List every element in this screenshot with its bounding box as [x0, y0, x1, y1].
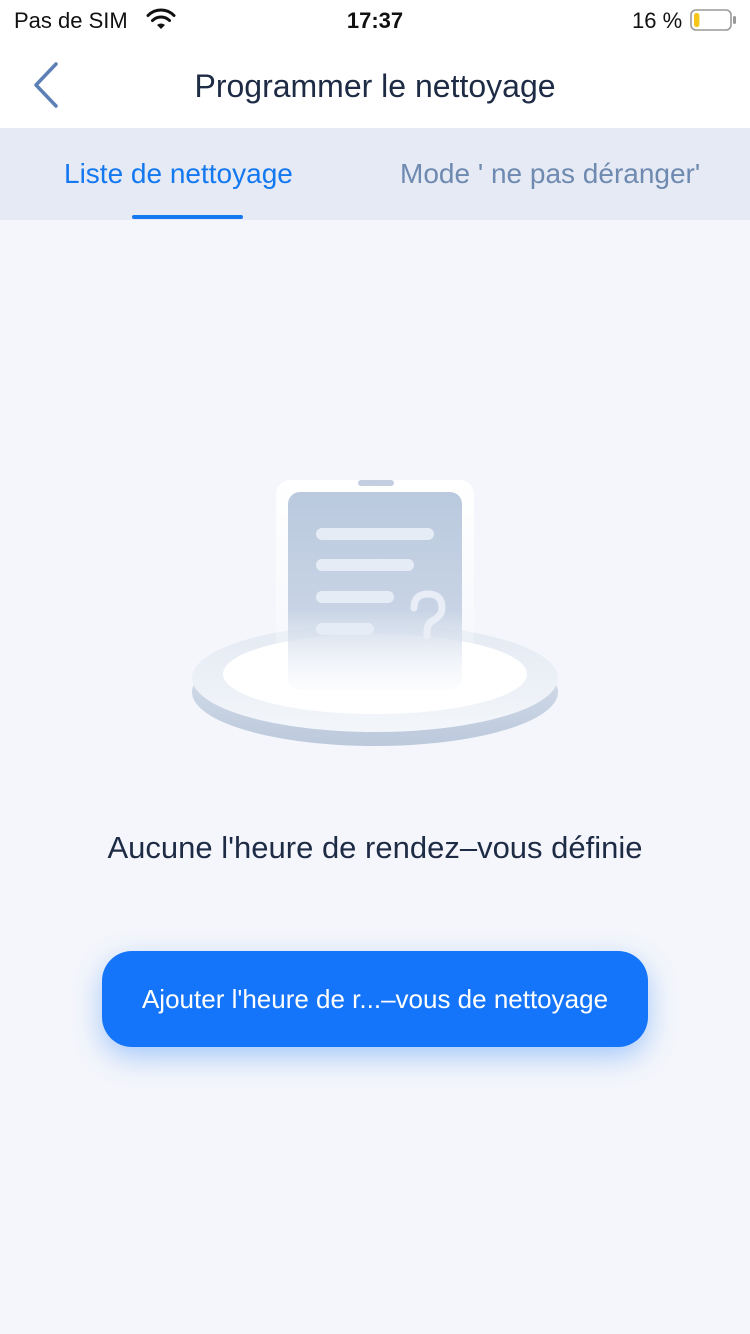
add-cleaning-time-button[interactable]: Ajouter l'heure de r...–vous de nettoyag…	[102, 951, 648, 1047]
tab-cleaning-list[interactable]: Liste de nettoyage	[64, 158, 293, 190]
status-bar: Pas de SIM 17:37 16 %	[0, 0, 750, 42]
active-tab-indicator	[132, 215, 243, 219]
tab-do-not-disturb[interactable]: Mode ' ne pas déranger'	[400, 158, 700, 190]
battery-icon	[690, 9, 736, 31]
page-title: Programmer le nettoyage	[194, 68, 556, 104]
add-button-label: Ajouter l'heure de r...–vous de nettoyag…	[141, 984, 609, 1014]
battery-fill	[694, 13, 700, 27]
empty-state-message: Aucune l'heure de rendez–vous définie	[107, 830, 643, 865]
tab-bar: Liste de nettoyage Mode ' ne pas dérange…	[0, 128, 750, 220]
battery-percent: 16 %	[632, 8, 683, 33]
nav-bar: Programmer le nettoyage	[0, 42, 750, 128]
empty-list-question-icon	[192, 480, 558, 746]
